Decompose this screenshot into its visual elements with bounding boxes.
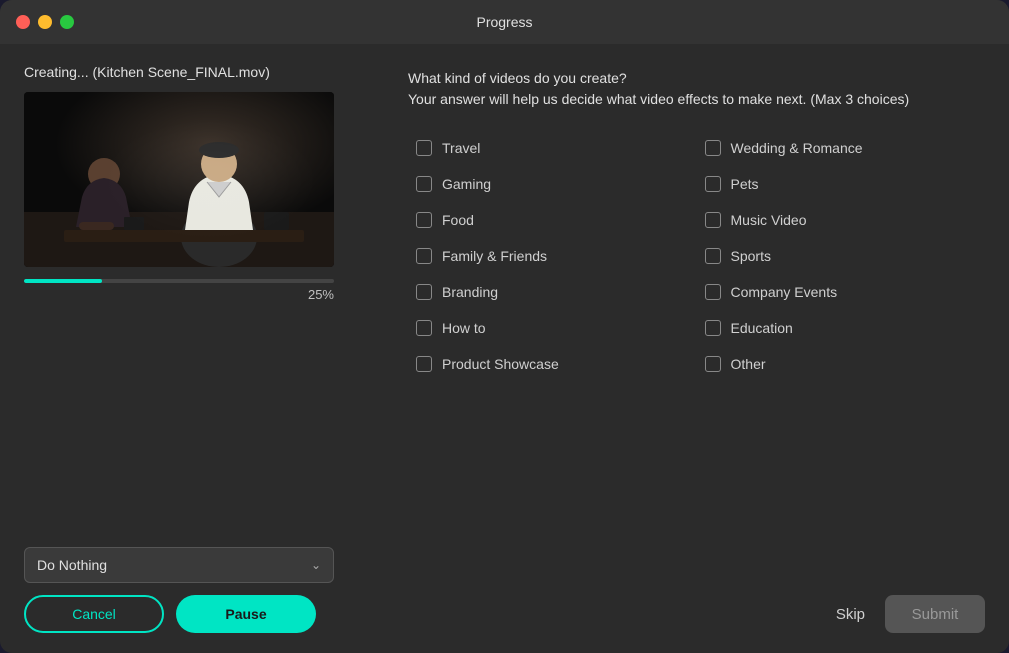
checkbox-item-food[interactable]: Food: [408, 202, 697, 238]
checkbox-other[interactable]: [705, 356, 721, 372]
title-bar: Progress: [0, 0, 1009, 44]
checkbox-grid: Travel Gaming Food Family & Friends: [408, 130, 985, 579]
label-gaming: Gaming: [442, 176, 491, 192]
checkbox-company[interactable]: [705, 284, 721, 300]
checkbox-item-gaming[interactable]: Gaming: [408, 166, 697, 202]
progress-percentage: 25%: [24, 287, 334, 302]
submit-button[interactable]: Submit: [885, 595, 985, 633]
checkbox-col1: Travel Gaming Food Family & Friends: [408, 130, 697, 579]
label-branding: Branding: [442, 284, 498, 300]
checkbox-item-howto[interactable]: How to: [408, 310, 697, 346]
question-text: What kind of videos do you create? Your …: [408, 68, 985, 110]
minimize-button[interactable]: [38, 15, 52, 29]
checkbox-sports[interactable]: [705, 248, 721, 264]
checkbox-travel[interactable]: [416, 140, 432, 156]
label-wedding: Wedding & Romance: [731, 140, 863, 156]
checkbox-item-family[interactable]: Family & Friends: [408, 238, 697, 274]
checkbox-item-pets[interactable]: Pets: [697, 166, 986, 202]
checkbox-item-company[interactable]: Company Events: [697, 274, 986, 310]
label-food: Food: [442, 212, 474, 228]
label-family: Family & Friends: [442, 248, 547, 264]
label-travel: Travel: [442, 140, 480, 156]
progress-bar-fill: [24, 279, 102, 283]
checkbox-item-music[interactable]: Music Video: [697, 202, 986, 238]
checkbox-music[interactable]: [705, 212, 721, 228]
skip-button[interactable]: Skip: [836, 606, 865, 623]
checkbox-item-product[interactable]: Product Showcase: [408, 346, 697, 382]
checkbox-food[interactable]: [416, 212, 432, 228]
label-pets: Pets: [731, 176, 759, 192]
checkbox-col2: Wedding & Romance Pets Music Video Sport…: [697, 130, 986, 579]
checkbox-item-travel[interactable]: Travel: [408, 130, 697, 166]
checkbox-item-other[interactable]: Other: [697, 346, 986, 382]
window-title: Progress: [476, 14, 532, 30]
label-music: Music Video: [731, 212, 807, 228]
label-education: Education: [731, 320, 793, 336]
checkbox-pets[interactable]: [705, 176, 721, 192]
label-other: Other: [731, 356, 766, 372]
right-panel: What kind of videos do you create? Your …: [408, 64, 985, 633]
dropdown-label: Do Nothing: [37, 557, 107, 573]
checkbox-gaming[interactable]: [416, 176, 432, 192]
checkbox-item-education[interactable]: Education: [697, 310, 986, 346]
checkbox-item-branding[interactable]: Branding: [408, 274, 697, 310]
checkbox-item-sports[interactable]: Sports: [697, 238, 986, 274]
checkbox-branding[interactable]: [416, 284, 432, 300]
video-thumbnail: [24, 92, 334, 267]
video-preview: [24, 92, 334, 267]
traffic-lights: [16, 15, 74, 29]
chevron-down-icon: ⌄: [311, 558, 321, 572]
creating-label: Creating... (Kitchen Scene_FINAL.mov): [24, 64, 384, 80]
checkbox-family[interactable]: [416, 248, 432, 264]
question-line1: What kind of videos do you create?: [408, 70, 627, 86]
progress-bar-container: 25%: [24, 279, 334, 302]
checkbox-howto[interactable]: [416, 320, 432, 336]
checkbox-item-wedding[interactable]: Wedding & Romance: [697, 130, 986, 166]
label-product: Product Showcase: [442, 356, 559, 372]
bottom-right-actions: Skip Submit: [408, 583, 985, 633]
main-window: Progress Creating... (Kitchen Scene_FINA…: [0, 0, 1009, 653]
fullscreen-button[interactable]: [60, 15, 74, 29]
pause-button[interactable]: Pause: [176, 595, 316, 633]
progress-bar-track: [24, 279, 334, 283]
left-panel: Creating... (Kitchen Scene_FINAL.mov): [24, 64, 384, 633]
close-button[interactable]: [16, 15, 30, 29]
checkbox-education[interactable]: [705, 320, 721, 336]
cancel-button[interactable]: Cancel: [24, 595, 164, 633]
bottom-left: Do Nothing ⌄ Cancel Pause: [24, 547, 384, 633]
question-line2: Your answer will help us decide what vid…: [408, 91, 909, 107]
label-sports: Sports: [731, 248, 771, 264]
do-nothing-dropdown[interactable]: Do Nothing ⌄: [24, 547, 334, 583]
checkbox-product[interactable]: [416, 356, 432, 372]
button-row: Cancel Pause: [24, 595, 384, 633]
main-content: Creating... (Kitchen Scene_FINAL.mov): [0, 44, 1009, 653]
label-company: Company Events: [731, 284, 838, 300]
label-howto: How to: [442, 320, 486, 336]
checkbox-wedding[interactable]: [705, 140, 721, 156]
